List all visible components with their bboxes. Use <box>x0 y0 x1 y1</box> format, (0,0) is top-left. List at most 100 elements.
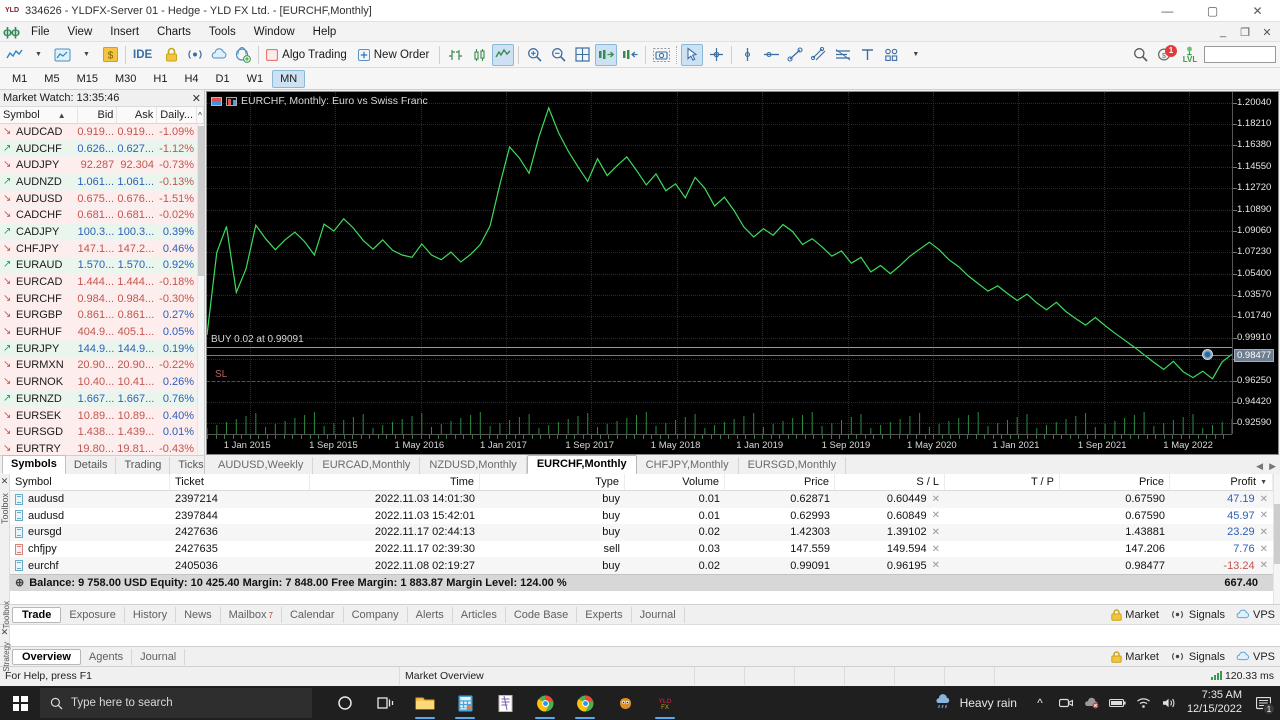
buy-level-line[interactable] <box>207 347 1232 349</box>
toolbox-tab-mailbox[interactable]: Mailbox 7 <box>221 606 282 623</box>
current-price-marker[interactable] <box>1202 348 1213 360</box>
start-button[interactable] <box>0 686 40 720</box>
toolbox-tab-history[interactable]: History <box>125 606 177 623</box>
crosshair-icon[interactable] <box>705 44 727 66</box>
toolbox-tab-articles[interactable]: Articles <box>453 606 506 623</box>
th-stoploss[interactable]: S / L <box>835 474 945 490</box>
window-minimize-button[interactable]: — <box>1145 0 1190 22</box>
market-watch-row[interactable]: ↘ EURCAD 1.444... 1.444... -0.18% <box>0 274 204 291</box>
chart-tab-eursgd-monthly[interactable]: EURSGD,Monthly <box>739 457 847 474</box>
column-ask[interactable]: Ask <box>117 107 158 123</box>
timeframe-mn[interactable]: MN <box>272 69 306 88</box>
toolbox-tab-trade[interactable]: Trade <box>12 606 62 623</box>
timeframe-m5[interactable]: M5 <box>36 70 67 88</box>
algo-trading-button[interactable]: Algo Trading <box>262 44 354 66</box>
mw-tab-symbols[interactable]: Symbols <box>2 455 66 474</box>
timeframe-d1[interactable]: D1 <box>208 70 238 88</box>
close-position-icon[interactable]: ✕ <box>1260 544 1268 555</box>
trade-row[interactable]: audusd 2397214 2022.11.03 14:01:30 buy 0.01 0… <box>10 491 1273 508</box>
trade-table-scrollbar[interactable] <box>1273 474 1280 604</box>
chart-tab-eurcad-monthly[interactable]: EURCAD,Monthly <box>313 457 421 474</box>
market-watch-close-icon[interactable]: ✕ <box>192 92 201 105</box>
strategy-tab-agents[interactable]: Agents <box>81 648 133 665</box>
notepad-icon[interactable] <box>486 686 524 720</box>
market-watch-row[interactable]: ↘ EURMXN 20.90... 20.90... -0.22% <box>0 357 204 375</box>
market-watch-row[interactable]: ↘ AUDUSD 0.675... 0.676... -1.51% <box>0 190 204 208</box>
lock-icon[interactable] <box>160 44 182 66</box>
close-position-icon[interactable]: ✕ <box>1260 527 1268 538</box>
remove-sl-icon[interactable]: ✕ <box>932 527 940 538</box>
timeframe-m1[interactable]: M1 <box>4 70 35 88</box>
chart-tab-next-icon[interactable]: ▶ <box>1269 461 1276 472</box>
candlestick-chart-icon[interactable] <box>468 44 490 66</box>
tray-wifi-icon[interactable] <box>1131 686 1157 720</box>
trade-row[interactable]: eurchf 2405036 2022.11.08 02:19:27 buy 0.02 0… <box>10 557 1273 574</box>
new-chart-icon[interactable] <box>51 44 73 66</box>
timeframe-w1[interactable]: W1 <box>239 70 272 88</box>
close-position-icon[interactable]: ✕ <box>1260 510 1268 521</box>
timeframe-m15[interactable]: M15 <box>69 70 106 88</box>
market-watch-row[interactable]: ↗ EURAUD 1.570... 1.570... 0.92% <box>0 257 204 275</box>
market-watch-row[interactable]: ↘ EURGBP 0.861... 0.861... 0.27% <box>0 307 204 325</box>
market-watch-row[interactable]: ↘ AUDCAD 0.919... 0.919... -1.09% <box>0 124 204 141</box>
column-symbol[interactable]: Symbol ▲ <box>0 107 78 123</box>
market-watch-row[interactable]: ↘ EURHUF 404.9... 405.1... 0.05% <box>0 324 204 341</box>
toolbox-tab-company[interactable]: Company <box>344 606 408 623</box>
yld-mt5-icon[interactable]: YLD FX <box>646 686 684 720</box>
text-tool-icon[interactable] <box>856 44 878 66</box>
trade-row[interactable]: audusd 2397844 2022.11.03 15:42:01 buy 0.01 0… <box>10 508 1273 525</box>
menu-item-window[interactable]: Window <box>245 24 304 40</box>
market-watch-row[interactable]: ↗ CADJPY 100.3... 100.3... 0.39% <box>0 224 204 241</box>
cursor-select-icon[interactable] <box>681 43 704 66</box>
chart-tab-eurchf-monthly[interactable]: EURCHF,Monthly <box>526 455 637 474</box>
market-watch-row[interactable]: ↗ EURJPY 144.9... 144.9... 0.19% <box>0 340 204 358</box>
ide-button[interactable]: IDE <box>129 44 159 66</box>
mdi-restore-icon[interactable]: ❐ <box>1234 26 1256 39</box>
toolbox-tab-journal[interactable]: Journal <box>632 606 685 623</box>
vps-add-icon[interactable] <box>232 44 254 66</box>
task-view-icon[interactable] <box>366 686 404 720</box>
mdi-close-icon[interactable]: ✕ <box>1256 26 1278 39</box>
window-close-button[interactable]: ✕ <box>1235 0 1280 22</box>
th-takeprofit[interactable]: T / P <box>945 474 1060 490</box>
summary-expand-icon[interactable]: ⊕ <box>15 576 24 589</box>
market-watch-row[interactable]: ↘ EURSGD 1.438... 1.439... 0.01% <box>0 424 204 442</box>
toolbox-tab-news[interactable]: News <box>176 606 221 623</box>
toolbox-tab-exposure[interactable]: Exposure <box>61 606 125 623</box>
price-axis[interactable]: 1.20040 1.18210 1.16380 1.14550 1.12720 1.108… <box>1232 92 1278 434</box>
calculator-icon[interactable] <box>446 686 484 720</box>
taskbar-search-box[interactable]: Type here to search <box>40 688 312 718</box>
timeframe-h1[interactable]: H1 <box>145 70 175 88</box>
close-position-icon[interactable]: ✕ <box>1260 494 1268 505</box>
chart-autoscroll-icon[interactable] <box>619 44 641 66</box>
time-axis[interactable]: 1 Jan 2015 1 Sep 2015 1 May 2016 1 Jan 2017… <box>207 434 1232 454</box>
trade-scrollbar-thumb[interactable] <box>1274 504 1280 564</box>
market-watch-row[interactable]: ↗ EURNZD 1.667... 1.667... 0.76% <box>0 391 204 408</box>
mdi-minimize-icon[interactable]: _ <box>1212 26 1234 38</box>
toolbar-search-input[interactable] <box>1204 46 1276 63</box>
signals-broadcast-icon[interactable] <box>184 44 206 66</box>
strategy-tab-overview[interactable]: Overview <box>12 648 81 665</box>
file-explorer-icon[interactable] <box>406 686 444 720</box>
price-chart[interactable]: EURCHF, Monthly: Euro vs Swiss Franc BUY… <box>206 91 1279 455</box>
column-bid[interactable]: Bid <box>78 107 118 123</box>
tray-volume-icon[interactable] <box>1157 686 1183 720</box>
gimp-icon[interactable] <box>606 686 644 720</box>
vps-link[interactable]: VPS <box>1235 609 1275 621</box>
menu-item-insert[interactable]: Insert <box>101 24 148 40</box>
th-price[interactable]: Price <box>725 474 835 490</box>
remove-sl-icon[interactable]: ✕ <box>932 510 940 521</box>
cloud-icon[interactable] <box>208 44 230 66</box>
fibonacci-icon[interactable] <box>832 44 854 66</box>
chart-tab-prev-icon[interactable]: ◀ <box>1256 461 1263 472</box>
toolbox-tab-calendar[interactable]: Calendar <box>282 606 344 623</box>
column-daily[interactable]: Daily... <box>157 107 198 123</box>
currency-dollar-icon[interactable]: $ <box>99 44 121 66</box>
market-watch-row[interactable]: ↘ EURNOK 10.40... 10.41... 0.26% <box>0 374 204 391</box>
remove-sl-icon[interactable]: ✕ <box>932 494 940 505</box>
market-watch-row[interactable]: ↘ AUDJPY 92.287 92.304 -0.73% <box>0 157 204 175</box>
menu-item-charts[interactable]: Charts <box>148 24 200 40</box>
strategy-close-icon[interactable]: ✕ <box>1 627 9 638</box>
remove-sl-icon[interactable]: ✕ <box>932 560 940 571</box>
lvl-indicator-icon[interactable]: LVL <box>1179 44 1201 66</box>
